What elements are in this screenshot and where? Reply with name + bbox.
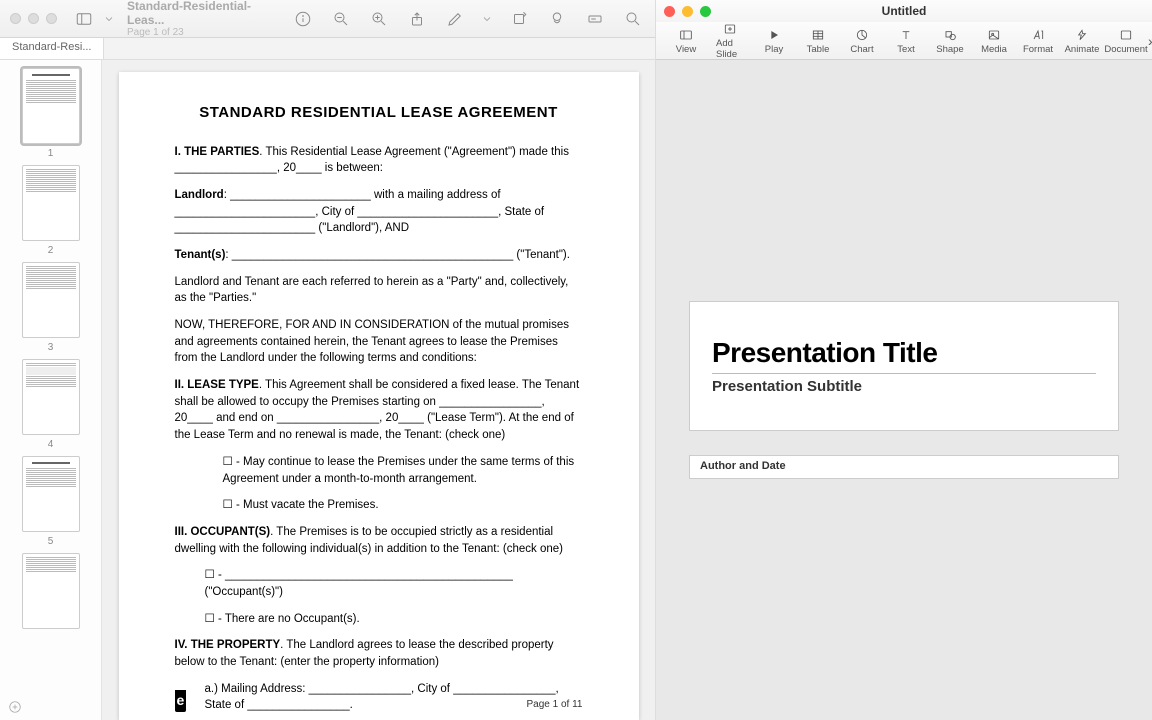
thumbnail-page-5[interactable]	[22, 456, 80, 532]
title-divider	[712, 373, 1096, 374]
add-page-icon[interactable]	[8, 700, 22, 714]
close-button[interactable]	[664, 6, 675, 17]
zoom-out-icon[interactable]	[329, 7, 353, 31]
landlord-label: Landlord	[175, 189, 224, 201]
minimize-button-inactive[interactable]	[28, 13, 39, 24]
parties-reference: Landlord and Tenant are each referred to…	[175, 274, 583, 307]
slide-title-block[interactable]: Presentation Title Presentation Subtitle	[689, 301, 1119, 431]
section-2-opt2: ☐ - Must vacate the Premises.	[223, 497, 583, 514]
thumbnail-sidebar: 1 2 3 4 5	[0, 60, 102, 720]
recital: NOW, THEREFORE, FOR AND IN CONSIDERATION…	[175, 317, 583, 367]
thumb-num: 5	[48, 536, 54, 547]
chart-button[interactable]: Chart	[840, 27, 884, 55]
preview-titlebar: Standard-Residential-Leas... Page 1 of 2…	[0, 0, 655, 38]
thumb-num: 2	[48, 245, 54, 256]
preview-title-block: Standard-Residential-Leas... Page 1 of 2…	[127, 0, 275, 38]
keynote-title: Untitled	[656, 4, 1152, 18]
keynote-traffic-lights	[664, 6, 711, 17]
animate-label: Animate	[1065, 44, 1100, 55]
add-slide-button[interactable]: Add Slide	[708, 21, 752, 60]
thumbnail-page-2[interactable]	[22, 165, 80, 241]
zoom-in-icon[interactable]	[367, 7, 391, 31]
thumb-num: 3	[48, 342, 54, 353]
minimize-button[interactable]	[682, 6, 693, 17]
close-button-inactive[interactable]	[10, 13, 21, 24]
animate-button[interactable]: Animate	[1060, 27, 1104, 55]
zoom-button[interactable]	[700, 6, 711, 17]
section-2-opt1: ☐ - May continue to lease the Premises u…	[223, 454, 583, 487]
section-1-label: I. THE PARTIES	[175, 146, 260, 158]
play-button[interactable]: Play	[752, 27, 796, 55]
footer-page-num: Page 1 of 11	[527, 698, 583, 713]
rotate-icon[interactable]	[507, 7, 531, 31]
section-3-label: III. OCCUPANT(S)	[175, 526, 271, 538]
document-button[interactable]: Document	[1104, 27, 1148, 55]
shape-label: Shape	[936, 44, 963, 55]
keynote-toolbar: View Add Slide Play Table Chart Text Sha…	[656, 22, 1152, 60]
thumb-num: 4	[48, 439, 54, 450]
preview-tab[interactable]: Standard-Resi...	[0, 38, 104, 59]
section-3-opt2: ☐ - There are no Occupant(s).	[205, 611, 583, 628]
keynote-window: Untitled View Add Slide Play Table Chart…	[656, 0, 1152, 720]
page-viewport[interactable]: STANDARD RESIDENTIAL LEASE AGREEMENT I. …	[102, 60, 655, 720]
table-button[interactable]: Table	[796, 27, 840, 55]
more-icon[interactable]: »	[1148, 33, 1152, 49]
text-button[interactable]: Text	[884, 27, 928, 55]
dropdown-chevron-icon[interactable]	[103, 7, 115, 31]
page-indicator: Page 1 of 23	[127, 27, 275, 38]
share-icon[interactable]	[405, 7, 429, 31]
thumbnail-page-6[interactable]	[22, 553, 80, 629]
markup-dropdown-icon[interactable]	[481, 7, 493, 31]
format-button[interactable]: Format	[1016, 27, 1060, 55]
keynote-canvas[interactable]: Presentation Title Presentation Subtitle…	[656, 60, 1152, 720]
thumbnail-page-1[interactable]	[22, 68, 80, 144]
landlord-body: : ______________________ with a mailing …	[175, 189, 545, 234]
presentation-title[interactable]: Presentation Title	[712, 337, 1096, 369]
thumb-num: 1	[48, 148, 54, 159]
view-button[interactable]: View	[664, 27, 708, 55]
preview-toolbar-group	[291, 7, 645, 31]
markup-icon[interactable]	[443, 7, 467, 31]
format-label: Format	[1023, 44, 1053, 55]
section-3-opt1: ☐ - ____________________________________…	[205, 567, 583, 600]
chart-label: Chart	[850, 44, 873, 55]
presentation-subtitle[interactable]: Presentation Subtitle	[712, 378, 1096, 395]
preview-tabbar: Standard-Resi...	[0, 38, 655, 60]
slide-meta-block[interactable]: Author and Date	[689, 455, 1119, 479]
highlight-icon[interactable]	[545, 7, 569, 31]
play-label: Play	[765, 44, 783, 55]
info-icon[interactable]	[291, 7, 315, 31]
media-label: Media	[981, 44, 1007, 55]
form-icon[interactable]	[583, 7, 607, 31]
thumbnail-page-3[interactable]	[22, 262, 80, 338]
document-page: STANDARD RESIDENTIAL LEASE AGREEMENT I. …	[119, 72, 639, 720]
text-label: Text	[897, 44, 914, 55]
thumbnail-page-4[interactable]	[22, 359, 80, 435]
doc-heading: STANDARD RESIDENTIAL LEASE AGREEMENT	[175, 102, 583, 124]
footer-logo: e	[175, 690, 187, 712]
table-label: Table	[807, 44, 830, 55]
document-label: Document	[1104, 44, 1147, 55]
view-label: View	[676, 44, 696, 55]
search-icon[interactable]	[621, 7, 645, 31]
sidebar-toggle-icon[interactable]	[73, 7, 95, 31]
preview-traffic-lights	[10, 13, 57, 24]
tenant-label: Tenant(s)	[175, 249, 226, 261]
tenant-body: : ______________________________________…	[225, 249, 570, 261]
preview-body: 1 2 3 4 5 STANDARD RESIDENTIAL LEASE AGR…	[0, 60, 655, 720]
section-4-label: IV. THE PROPERTY	[175, 639, 281, 651]
zoom-button-inactive[interactable]	[46, 13, 57, 24]
media-button[interactable]: Media	[972, 27, 1016, 55]
section-2-label: II. LEASE TYPE	[175, 379, 259, 391]
keynote-titlebar: Untitled	[656, 0, 1152, 22]
shape-button[interactable]: Shape	[928, 27, 972, 55]
add-slide-label: Add Slide	[716, 38, 744, 60]
preview-window: Standard-Residential-Leas... Page 1 of 2…	[0, 0, 656, 720]
document-title: Standard-Residential-Leas...	[127, 0, 275, 27]
